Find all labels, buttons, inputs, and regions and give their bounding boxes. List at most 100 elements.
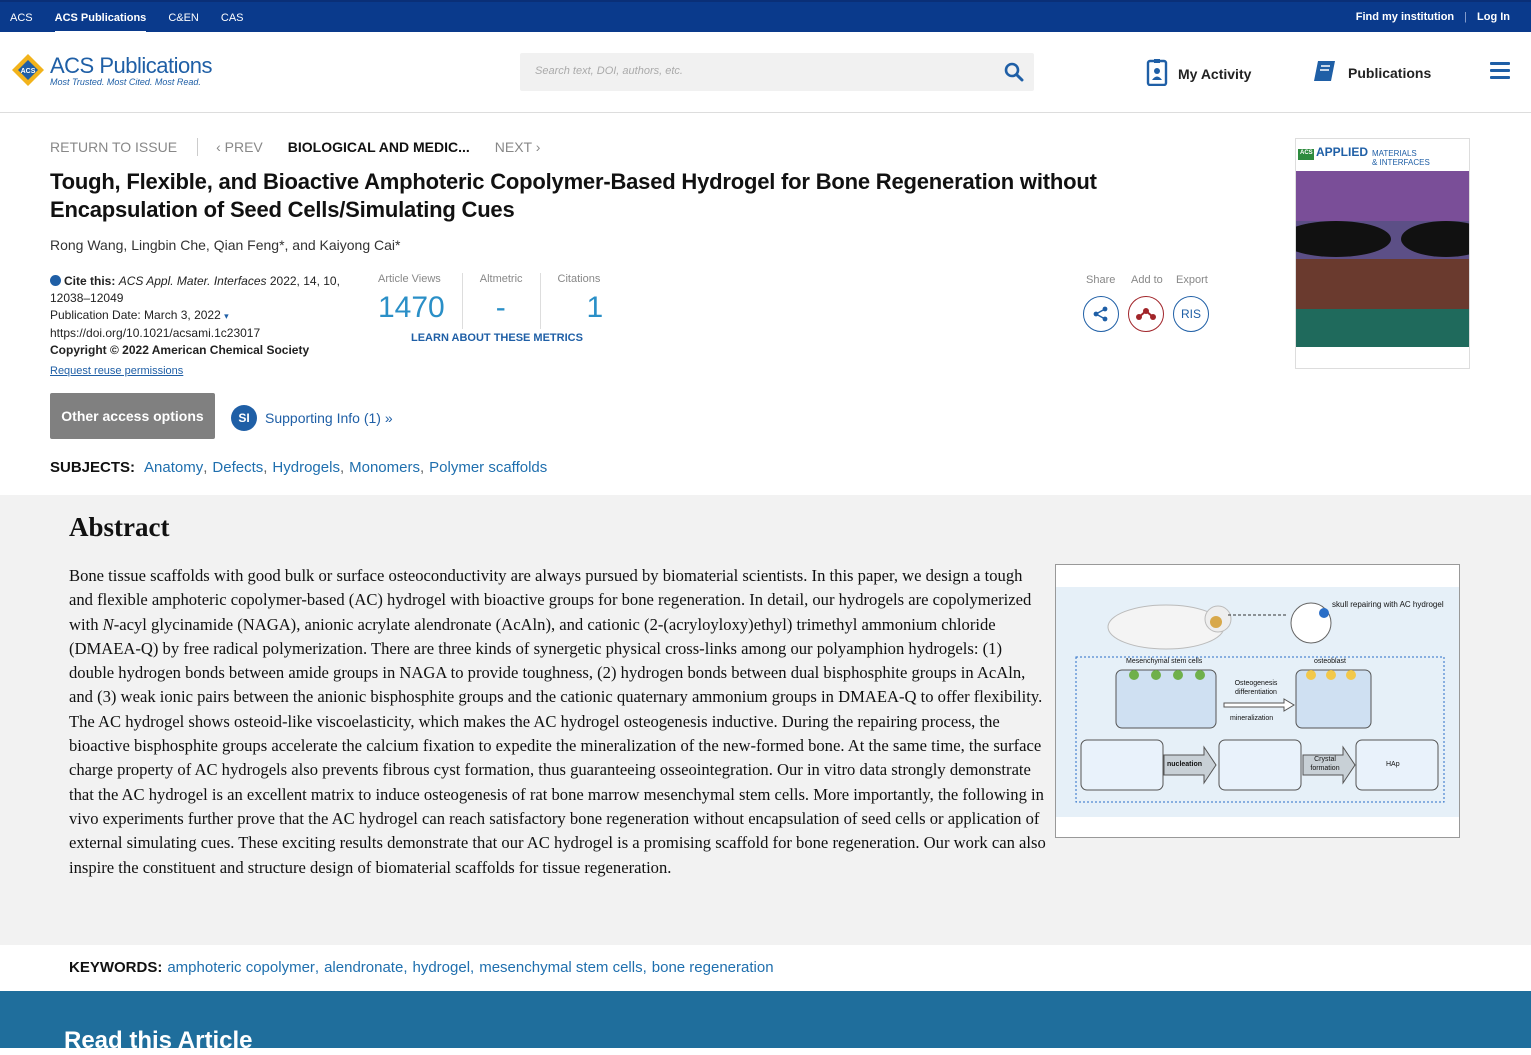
keyword-bone-regeneration[interactable]: bone regeneration — [652, 959, 774, 976]
book-icon — [1312, 58, 1338, 87]
figure-nucleation-label: nucleation — [1167, 761, 1203, 768]
search-icon[interactable] — [1004, 62, 1024, 82]
svg-text:ACS: ACS — [21, 68, 36, 75]
nav-divider — [197, 138, 199, 156]
figure-skull-label: skull repairing with AC hydrogel — [1332, 600, 1444, 609]
figure-msc-label: Mesenchymal stem cells — [1126, 658, 1203, 665]
subject-anatomy[interactable]: Anatomy — [144, 459, 203, 476]
read-article-heading: Read this Article — [64, 1027, 253, 1054]
share-button[interactable] — [1083, 296, 1119, 332]
copyright-notice: Copyright © 2022 American Chemical Socie… — [50, 343, 310, 357]
abstract-graphic[interactable]: skull repairing with AC hydrogel Mesench… — [1055, 564, 1460, 838]
journal-cover-image[interactable]: ACS APPLIED MATERIALS & INTERFACES — [1295, 138, 1470, 369]
citation-block: Cite this: ACS Appl. Mater. Interfaces 2… — [50, 273, 350, 380]
search-placeholder: Search text, DOI, authors, etc. — [535, 65, 683, 77]
top-link-cas[interactable]: CAS — [221, 2, 255, 34]
logo-main-text: ACS Publications — [50, 53, 212, 78]
add-to-label: Add to — [1131, 274, 1163, 286]
search-input[interactable]: Search text, DOI, authors, etc. — [520, 53, 1034, 91]
subject-monomers[interactable]: Monomers — [349, 459, 420, 476]
views-label: Article Views — [378, 273, 441, 285]
read-article-section: Read this Article — [0, 991, 1531, 1054]
altmetric-value[interactable]: - — [480, 291, 523, 325]
top-bar-account: Find my institution | Log In — [1356, 2, 1510, 32]
site-header: ACS ACS Publications Most Trusted. Most … — [0, 32, 1531, 113]
chevron-down-icon: ▾ — [224, 311, 229, 321]
citations-label: Citations — [557, 273, 601, 285]
prev-article-link[interactable]: ‹ PREV — [216, 139, 263, 155]
cover-applied-text: APPLIED — [1316, 145, 1369, 159]
share-label: Share — [1086, 274, 1116, 286]
si-badge-icon: SI — [231, 405, 257, 431]
supporting-info-link[interactable]: SI Supporting Info (1) » — [231, 405, 393, 431]
doi-link[interactable]: https://doi.org/10.1021/acsami.1c23017 — [50, 325, 350, 342]
publication-date[interactable]: Publication Date: March 3, 2022 ▾ — [50, 307, 350, 325]
subject-defects[interactable]: Defects — [212, 459, 263, 476]
figure-osteoblast-label: osteoblast — [1314, 658, 1346, 665]
top-bar: ACS ACS Publications C&EN CAS Find my in… — [0, 0, 1531, 34]
cover-materials-text: MATERIALS — [1372, 149, 1417, 158]
keyword-alendronate[interactable]: alendronate — [324, 959, 403, 976]
metric-views: Article Views 1470 — [378, 273, 462, 329]
publications-label: Publications — [1348, 64, 1432, 81]
top-link-acs[interactable]: ACS — [10, 2, 44, 34]
figure-mineralization-label: mineralization — [1230, 715, 1274, 722]
subject-polymer-scaffolds[interactable]: Polymer scaffolds — [429, 459, 547, 476]
share-icon — [1093, 306, 1108, 322]
export-ris-button[interactable]: RIS — [1173, 296, 1209, 332]
my-activity-button[interactable]: My Activity — [1146, 58, 1251, 89]
menu-icon[interactable] — [1490, 62, 1510, 83]
keywords-list: KEYWORDS: amphoteric copolymer, alendron… — [69, 959, 774, 976]
article-authors[interactable]: Rong Wang, Lingbin Che, Qian Feng*, and … — [50, 237, 400, 253]
keyword-mesenchymal-stem-cells[interactable]: mesenchymal stem cells — [479, 959, 642, 976]
article-title: Tough, Flexible, and Bioactive Amphoteri… — [50, 169, 1097, 222]
views-value: 1470 — [378, 291, 445, 324]
cite-label[interactable]: Cite this: — [64, 274, 115, 288]
subjects-list: SUBJECTS: Anatomy, Defects, Hydrogels, M… — [50, 459, 548, 476]
citations-value[interactable]: 1 — [558, 291, 604, 325]
publications-button[interactable]: Publications — [1312, 58, 1431, 87]
keywords-heading: KEYWORDS: — [69, 959, 163, 976]
abstract-section: Abstract Bone tissue scaffolds with good… — [0, 495, 1531, 945]
abstract-heading: Abstract — [69, 512, 170, 542]
article-metrics: Article Views 1470 Altmetric - Citations… — [378, 273, 620, 329]
cover-acs-text: ACS — [1300, 150, 1313, 156]
metric-citations: Citations 1 — [539, 273, 621, 329]
top-bar-separator: | — [1464, 11, 1467, 23]
other-access-options-button[interactable]: Other access options — [50, 393, 215, 439]
current-section-label[interactable]: BIOLOGICAL AND MEDIC... — [288, 139, 470, 155]
top-bar-links: ACS ACS Publications C&EN CAS — [10, 2, 266, 34]
subject-hydrogels[interactable]: Hydrogels — [272, 459, 340, 476]
login-link[interactable]: Log In — [1477, 11, 1510, 23]
altmetric-label: Altmetric — [479, 273, 523, 285]
my-activity-label: My Activity — [1178, 65, 1252, 82]
cover-interfaces-text: & INTERFACES — [1372, 158, 1430, 167]
article-navigation: RETURN TO ISSUE ‹ PREV BIOLOGICAL AND ME… — [50, 138, 540, 156]
figure-osteo-diff-label: Osteogenesis differentiation — [1234, 680, 1278, 696]
learn-metrics-link[interactable]: LEARN ABOUT THESE METRICS — [411, 332, 583, 344]
reuse-permissions-link[interactable]: Request reuse permissions — [50, 365, 183, 377]
supporting-info-label: Supporting Info (1) » — [265, 410, 393, 426]
metric-altmetric: Altmetric - — [461, 273, 540, 329]
next-article-link[interactable]: NEXT › — [495, 139, 541, 155]
check-circle-icon — [50, 275, 61, 286]
export-label: Export — [1176, 274, 1208, 286]
figure-crystal-label: Crystal formation — [1310, 756, 1340, 772]
logo-tagline: Most Trusted. Most Cited. Most Read. — [50, 77, 201, 87]
action-labels: Share Add to Export — [1086, 274, 1221, 286]
keyword-amphoteric-copolymer[interactable]: amphoteric copolymer — [167, 959, 315, 976]
add-to-mendeley-button[interactable] — [1128, 296, 1164, 332]
acs-publications-logo[interactable]: ACS ACS Publications Most Trusted. Most … — [10, 52, 212, 88]
badge-icon — [1146, 58, 1168, 89]
find-institution-link[interactable]: Find my institution — [1356, 11, 1454, 23]
top-link-cen[interactable]: C&EN — [168, 2, 210, 34]
top-link-acs-publications[interactable]: ACS Publications — [54, 5, 147, 34]
keyword-hydrogel[interactable]: hydrogel — [412, 959, 470, 976]
mendeley-icon — [1136, 308, 1156, 320]
subjects-heading: SUBJECTS: — [50, 459, 136, 476]
return-to-issue-link[interactable]: RETURN TO ISSUE — [50, 139, 177, 155]
acs-diamond-icon: ACS — [10, 52, 46, 88]
action-buttons: RIS — [1083, 296, 1209, 332]
figure-hap-label: HAp — [1386, 761, 1400, 768]
cite-journal: ACS Appl. Mater. Interfaces — [118, 274, 267, 288]
